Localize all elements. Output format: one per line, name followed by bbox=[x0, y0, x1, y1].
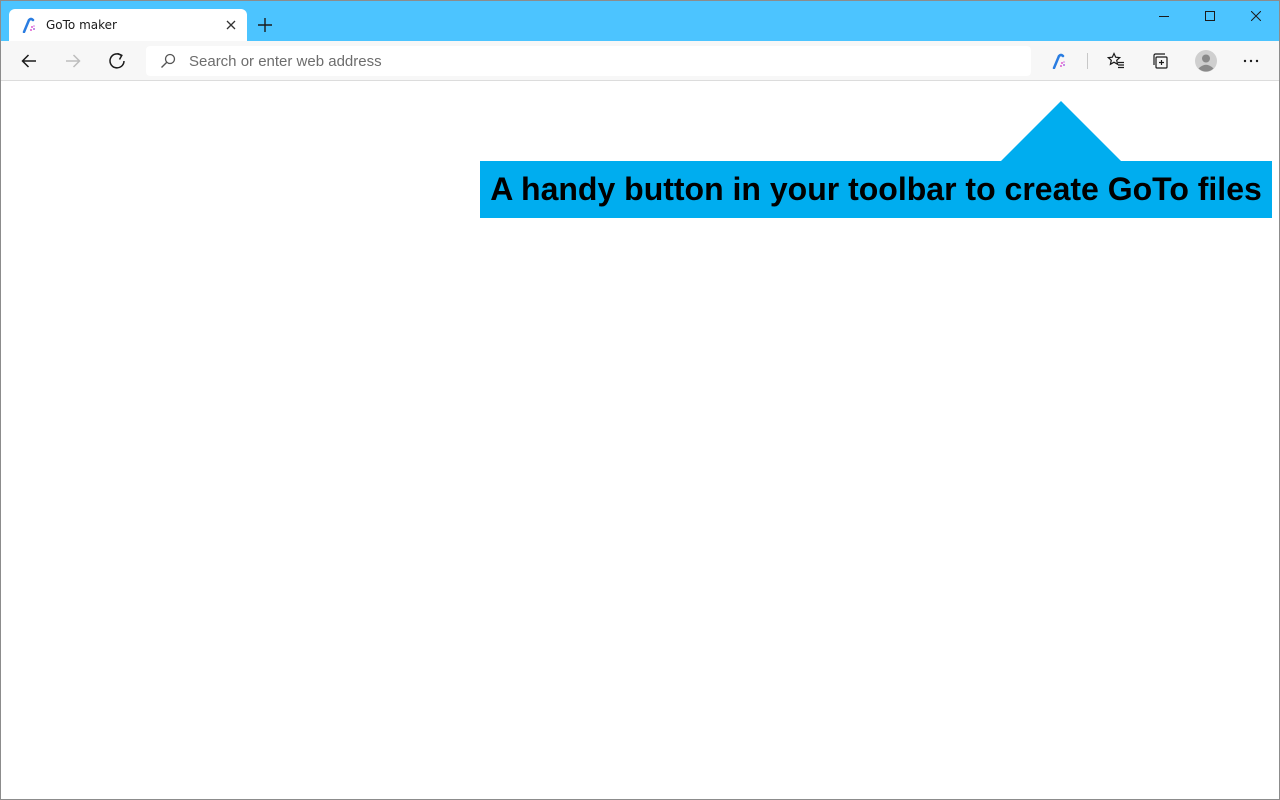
address-bar[interactable] bbox=[146, 46, 1031, 76]
minimize-button[interactable] bbox=[1141, 1, 1187, 31]
maximize-button[interactable] bbox=[1187, 1, 1233, 31]
tab-goto-maker[interactable]: GoTo maker bbox=[9, 9, 247, 41]
profile-button[interactable] bbox=[1190, 45, 1222, 77]
toolbar-divider bbox=[1087, 53, 1088, 69]
browser-window: GoTo maker Search or enter web address A… bbox=[0, 0, 1280, 800]
forward-button[interactable] bbox=[57, 45, 89, 77]
close-tab-icon[interactable] bbox=[223, 17, 239, 33]
goto-maker-extension-button[interactable] bbox=[1043, 45, 1075, 77]
callout-arrow bbox=[1001, 101, 1121, 161]
goto-maker-icon bbox=[21, 17, 37, 34]
collections-button[interactable] bbox=[1145, 45, 1177, 77]
callout-text: A handy button in your toolbar to create… bbox=[490, 171, 1262, 207]
more-menu-button[interactable] bbox=[1235, 45, 1267, 77]
address-input[interactable] bbox=[189, 46, 1009, 76]
title-bar: GoTo maker bbox=[1, 1, 1279, 41]
new-tab-button[interactable] bbox=[253, 13, 277, 37]
tab-title: GoTo maker bbox=[46, 18, 117, 32]
refresh-button[interactable] bbox=[101, 45, 133, 77]
search-icon bbox=[160, 53, 176, 69]
favorites-button[interactable] bbox=[1100, 45, 1132, 77]
close-window-button[interactable] bbox=[1233, 1, 1279, 31]
callout-banner: A handy button in your toolbar to create… bbox=[480, 161, 1272, 218]
back-button[interactable] bbox=[13, 45, 45, 77]
navigation-toolbar bbox=[1, 41, 1279, 81]
